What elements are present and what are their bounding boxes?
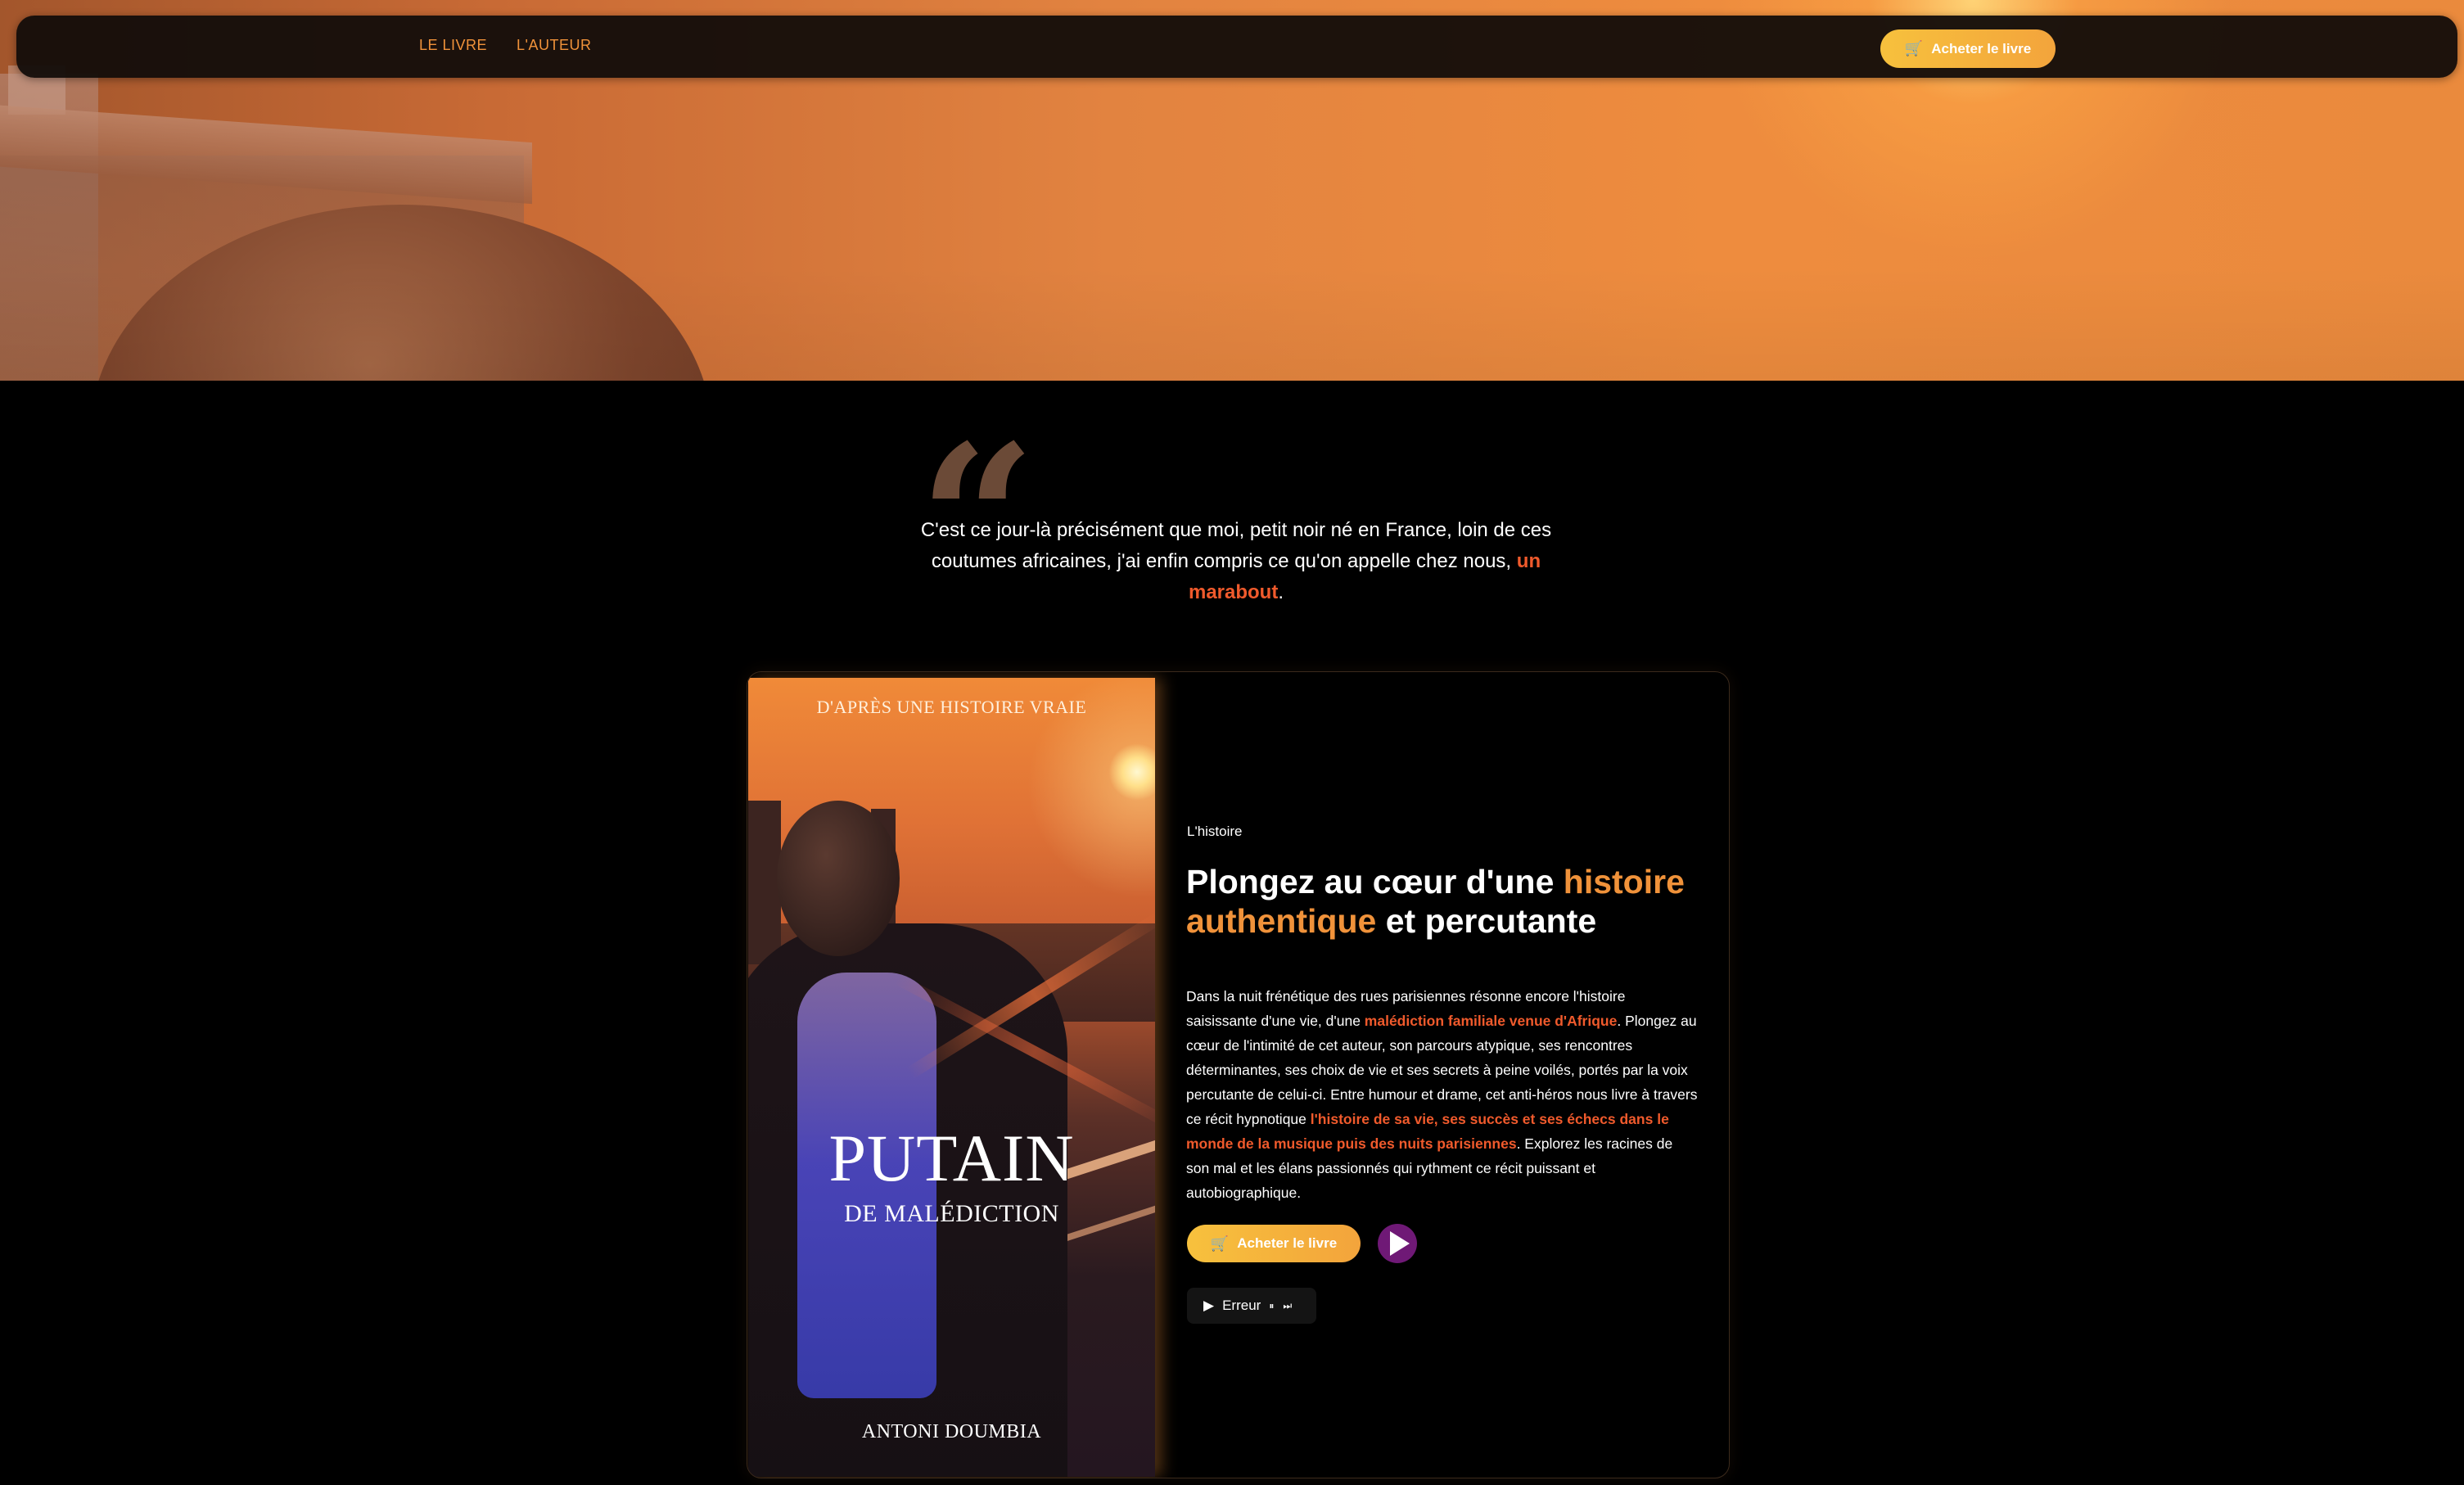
audio-player: ▶ Erreur ⏸ ⏭ <box>1187 1288 1316 1324</box>
top-navbar: LE LIVRE L'AUTEUR 🛒 Acheter le livre <box>16 16 2457 78</box>
nav-buy-label: Acheter le livre <box>1931 40 2032 56</box>
card-buy-label: Acheter le livre <box>1237 1235 1338 1251</box>
book-description: Dans la nuit frénétique des rues parisie… <box>1186 987 1698 1201</box>
cover-tagline: D'APRÈS UNE HISTOIRE VRAIE <box>816 697 1087 717</box>
play-icon <box>1390 1231 1410 1256</box>
cart-icon: 🛒 <box>1904 40 1924 56</box>
skip-icon[interactable]: ⏭ <box>1283 1300 1293 1312</box>
pause-icon[interactable]: ⏸ <box>1269 1300 1275 1312</box>
desc-highlight-1: malédiction familiale venue d'Afrique <box>1364 1012 1618 1029</box>
cover-subtitle: DE MALÉDICTION <box>844 1200 1059 1227</box>
nav-link-l-auteur[interactable]: L'AUTEUR <box>517 37 591 54</box>
section-heading: Plongez au cœur d'une histoire authentiq… <box>1186 863 1685 940</box>
audio-play-icon[interactable]: ▶ <box>1203 1298 1214 1314</box>
cover-title: PUTAIN <box>828 1121 1075 1195</box>
cart-icon: 🛒 <box>1210 1234 1230 1252</box>
audio-status: Erreur <box>1222 1298 1261 1313</box>
nav-link-le-livre[interactable]: LE LIVRE <box>419 37 487 54</box>
play-button[interactable] <box>1378 1224 1417 1263</box>
cover-author: ANTONI DOUMBIA <box>861 1421 1042 1442</box>
book-cover: D'APRÈS UNE HISTOIRE VRAIE PUTAIN DE MAL… <box>748 678 1155 1477</box>
quote-text: C'est ce jour-là précisément que moi, pe… <box>920 519 1552 603</box>
card-buy-button[interactable]: 🛒 Acheter le livre <box>1187 1225 1361 1262</box>
section-eyebrow: L'histoire <box>1187 824 1243 839</box>
nav-buy-button[interactable]: 🛒 Acheter le livre <box>1880 29 2056 68</box>
